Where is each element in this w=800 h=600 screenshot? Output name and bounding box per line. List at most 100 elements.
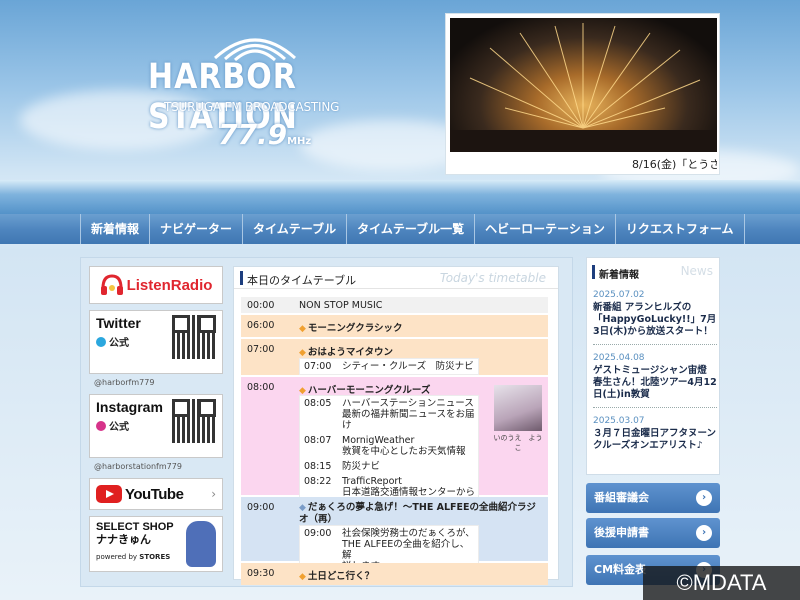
news-link[interactable]: ３月７日金曜日アフタヌーンクルーズオンエアリスト♪ [593, 428, 717, 452]
sub-time: 08:05 [304, 398, 332, 409]
sub-program[interactable]: 07:00 シティー・クルーズ 防災ナビ [300, 359, 478, 374]
diamond-icon: ◆ [299, 324, 306, 334]
row-time: 09:30 [247, 568, 275, 579]
news-link[interactable]: 新番組 アランヒルズの「HappyGoLucky!!」7月3日(木)から放送スタ… [593, 302, 717, 338]
support-application-label: 後援申請書 [594, 526, 649, 539]
row-title-text: おはようマイタウン [307, 347, 394, 358]
sub-program[interactable]: 08:05 ハーバーステーションニュース 最新の福井新聞ニュースをお届け [300, 396, 478, 433]
sub-time: 08:22 [304, 476, 332, 487]
mascot-character-icon [186, 521, 216, 567]
row-time: 07:00 [247, 344, 275, 355]
nav-items: 新着情報 ナビゲーター タイムテーブル タイムテーブル一覧 ヘビーローテーション… [80, 214, 745, 244]
timetable-rows: 00:00 NON STOP MUSIC 06:00 ◆ モーニングクラシック 0… [241, 297, 548, 585]
sea-band [0, 180, 800, 216]
timetable-row[interactable]: 00:00 NON STOP MUSIC [241, 297, 548, 313]
nav-item-timetable[interactable]: タイムテーブル [243, 214, 348, 244]
sub-text: 防災ナビ [342, 461, 381, 472]
news-item[interactable]: 2025.07.02 新番組 アランヒルズの「HappyGoLucky!!」7月… [593, 290, 717, 345]
navigator-name[interactable]: いのうえ ようこ [492, 433, 544, 453]
twitter-official-label: 公式 [109, 338, 129, 349]
row-time: 08:00 [247, 382, 275, 393]
sub-text: シティー・クルーズ 防災ナビ [342, 361, 474, 372]
instagram-official-label: 公式 [109, 422, 129, 433]
stores-logo: STORES [139, 553, 171, 561]
fireworks-graphic [450, 23, 717, 152]
timetable-title-en: Today's timetable [439, 271, 546, 285]
navigator-photo[interactable] [494, 385, 542, 431]
twitter-qr-code [172, 315, 216, 359]
row-title-text: モーニングクラシック [307, 323, 403, 334]
instagram-banner[interactable]: Instagram 公式 @harborstationfm779 [89, 394, 223, 471]
listenradio-label: ListenRadio [126, 276, 213, 294]
slide-caption[interactable]: 8/16(金)「とうさ [632, 156, 717, 172]
row-title: ◆ おはようマイタウン [299, 344, 393, 358]
chevron-right-icon: › [211, 487, 216, 501]
twitter-handle[interactable]: @harborfm779 [94, 378, 154, 387]
news-item[interactable]: 2025.03.07 ３月７日金曜日アフタヌーンクルーズオンエアリスト♪ [593, 416, 717, 458]
nav-item-request-form[interactable]: リクエストフォーム [616, 214, 745, 244]
timetable-header: 本日のタイムテーブル Today's timetable [234, 267, 558, 289]
youtube-play-icon [96, 485, 122, 503]
fireworks-image[interactable] [450, 18, 717, 152]
nav-item-news[interactable]: 新着情報 [81, 214, 151, 244]
headphones-icon [100, 274, 123, 295]
chevron-right-icon: › [696, 490, 712, 506]
instagram-handle[interactable]: @harborstationfm779 [94, 462, 182, 471]
sub-program[interactable]: 08:15 防災ナビ [300, 459, 478, 474]
timetable-row[interactable]: 09:00 ◆ だぁくろの夢よ急げ！～THE ALFEEの全曲紹介ラジオ（再） 0… [241, 497, 548, 575]
news-title-en: News [680, 264, 713, 278]
sub-time: 09:00 [304, 528, 332, 539]
slideshow[interactable]: 8/16(金)「とうさ [445, 13, 720, 175]
nav-item-timetable-list[interactable]: タイムテーブル一覧 [347, 214, 476, 244]
listenradio-banner[interactable]: ListenRadio [89, 266, 223, 304]
station-logo[interactable]: HARBOR STATION TSURUGA FM BROADCASTING 7… [140, 28, 360, 158]
twitter-banner[interactable]: Twitter 公式 @harborfm779 [89, 310, 223, 387]
row-title: ◆ だぁくろの夢よ急げ！～THE ALFEEの全曲紹介ラジオ（再） [299, 502, 539, 525]
instagram-qr-code [172, 399, 216, 443]
banner-column: ListenRadio Twitter 公式 @harborfm779 Inst… [89, 266, 223, 578]
row-time: 00:00 [247, 300, 275, 311]
select-shop-banner[interactable]: SELECT SHOP ナナきゅん powered by STORES [89, 516, 223, 572]
row-time: 06:00 [247, 320, 275, 331]
nav-item-navigator[interactable]: ナビゲーター [150, 214, 244, 244]
timetable-row[interactable]: 08:00 ◆ ハーバーモーニングクルーズ 08:05 ハーバーステーションニュー… [241, 377, 548, 523]
chevron-right-icon: › [696, 525, 712, 541]
frequency-unit: MHz [287, 136, 312, 147]
sub-program-list: 07:00 シティー・クルーズ 防災ナビ [299, 358, 479, 375]
news-list: 2025.07.02 新番組 アランヒルズの「HappyGoLucky!!」7月… [593, 290, 717, 466]
timetable-row[interactable]: 06:00 ◆ モーニングクラシック [241, 315, 548, 337]
news-date: 2025.07.02 [593, 290, 645, 300]
news-date: 2025.03.07 [593, 416, 645, 426]
sub-program[interactable]: 08:07 MornigWeather 敦賀を中心としたお天気情報 [300, 433, 478, 459]
news-date: 2025.04.08 [593, 353, 645, 363]
news-link[interactable]: ゲストミュージシャン宙燈 春生さん！北陸ツアー4月12日(土)in敦賀 [593, 365, 717, 401]
timetable-panel: 本日のタイムテーブル Today's timetable 00:00 NON S… [233, 266, 559, 585]
youtube-banner[interactable]: YouTube › [89, 478, 223, 510]
news-item[interactable]: 2025.04.08 ゲストミュージシャン宙燈 春生さん！北陸ツアー4月12日(… [593, 353, 717, 408]
row-title: NON STOP MUSIC [299, 300, 383, 311]
nav-item-heavy-rotation[interactable]: ヘビーローテーション [475, 214, 616, 244]
timetable-row[interactable]: 09:30 ◆ 土日どこ行く？ [241, 563, 548, 585]
frequency-value: 77.9 [218, 118, 288, 151]
sub-text: MornigWeather 敦賀を中心としたお天気情報 [342, 435, 466, 457]
row-title: ◆ 土日どこ行く？ [299, 568, 374, 582]
diamond-icon: ◆ [299, 572, 306, 582]
sub-time: 08:15 [304, 461, 332, 472]
row-time: 09:00 [247, 502, 275, 513]
diamond-icon: ◆ [299, 348, 306, 358]
row-title: ◆ ハーバーモーニングクルーズ [299, 382, 430, 396]
support-application-button[interactable]: 後援申請書 › [586, 518, 720, 548]
timetable-row[interactable]: 07:00 ◆ おはようマイタウン 07:00 シティー・クルーズ 防災ナビ [241, 339, 548, 375]
sub-text: ハーバーステーションニュース 最新の福井新聞ニュースをお届け [342, 398, 475, 431]
powered-by-label: powered by [96, 553, 138, 561]
program-council-label: 番組審議会 [594, 491, 649, 504]
logo-subtitle: TSURUGA FM BROADCASTING [164, 100, 340, 114]
heading-bar [592, 265, 595, 279]
global-nav: 新着情報 ナビゲーター タイムテーブル タイムテーブル一覧 ヘビーローテーション… [0, 214, 800, 244]
youtube-label: YouTube [125, 485, 184, 503]
sub-time: 07:00 [304, 361, 332, 372]
news-title: 新着情報 [599, 270, 639, 281]
news-panel: 新着情報 News 2025.07.02 新番組 アランヒルズの「HappyGo… [586, 257, 720, 475]
main-content: ListenRadio Twitter 公式 @harborfm779 Inst… [80, 257, 573, 587]
program-council-button[interactable]: 番組審議会 › [586, 483, 720, 513]
